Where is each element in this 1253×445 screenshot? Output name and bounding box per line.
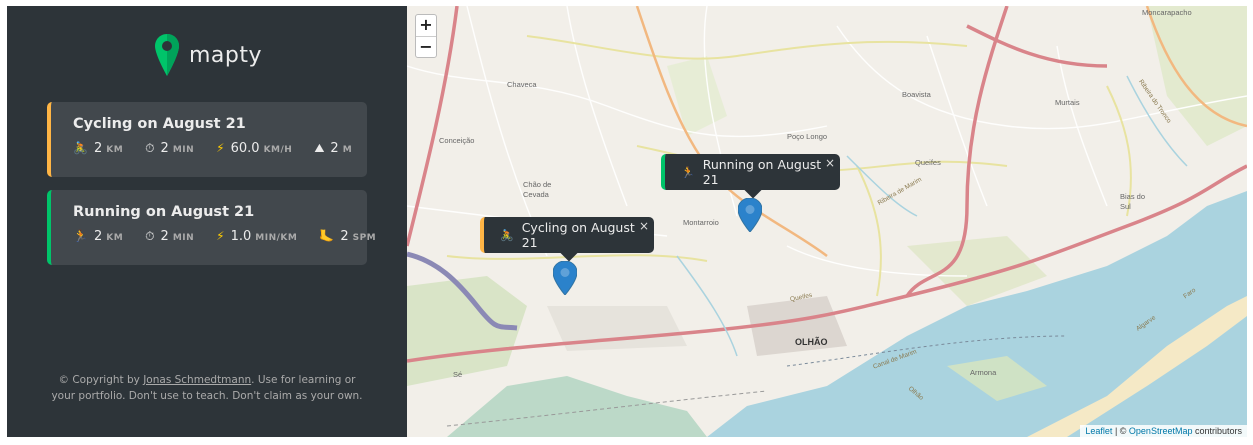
popup-running[interactable]: 🏃 Running on August 21 × — [661, 154, 840, 199]
popup-close-button[interactable]: × — [639, 219, 649, 233]
place-label-bias-do-sul: Bias do Sul — [1120, 192, 1146, 211]
distance-unit: km — [106, 233, 124, 243]
attribution-suffix: contributors — [1192, 426, 1242, 436]
elevation-value: 2 — [330, 141, 339, 156]
place-label-moncarapacho: Moncarapacho — [1142, 8, 1192, 17]
place-label-boavista: Boavista — [902, 90, 931, 99]
stopwatch-icon: ⏱ — [145, 141, 155, 155]
speed-value: 60.0 — [230, 141, 260, 156]
leaflet-link[interactable]: Leaflet — [1085, 426, 1112, 436]
popup-cycling[interactable]: 🚴 Cycling on August 21 × — [480, 217, 654, 262]
duration-unit: min — [172, 145, 195, 155]
cadence-detail: 🦶 2 spm — [319, 229, 376, 244]
duration-detail: ⏱ 2 min — [145, 141, 194, 156]
stopwatch-icon: ⏱ — [145, 229, 155, 243]
zoom-in-button[interactable]: + — [416, 15, 436, 36]
runner-icon: 🏃 — [681, 165, 695, 179]
place-label-murtais: Murtais — [1055, 98, 1080, 107]
distance-detail: 🏃 2 km — [73, 229, 123, 244]
elevation-detail: ⛰ 2 m — [314, 141, 352, 156]
distance-unit: km — [106, 145, 124, 155]
workout-title: Running on August 21 — [73, 204, 255, 220]
duration-detail: ⏱ 2 min — [145, 229, 194, 244]
author-link[interactable]: Jonas Schmedtmann — [143, 374, 251, 386]
workout-list: Cycling on August 21 🚴 2 km ⏱ 2 min ⚡ 6 — [47, 102, 376, 278]
workout-title: Cycling on August 21 — [73, 116, 246, 132]
distance-value: 2 — [93, 141, 103, 156]
speed-detail: ⚡ 60.0 km/h — [216, 141, 292, 156]
marker-running[interactable] — [738, 198, 762, 232]
map[interactable]: + − Moncarapacho Chaveca Boavista Murtai… — [407, 6, 1247, 437]
attribution-separator: | © — [1112, 426, 1129, 436]
copyright: © Copyright by Jonas Schmedtmann. Use fo… — [47, 372, 367, 404]
place-label-queifes: Queifes — [915, 158, 941, 167]
osm-link[interactable]: OpenStreetMap — [1129, 426, 1193, 436]
marker-cycling[interactable] — [553, 261, 577, 295]
place-label-chao-de-cevada: Chão de Cevada — [523, 180, 552, 199]
pace-value: 1.0 — [230, 229, 252, 244]
popup-cycling-text: Cycling on August 21 — [521, 220, 635, 250]
pace-detail: ⚡ 1.0 min/km — [216, 229, 297, 244]
duration-value: 2 — [160, 229, 169, 244]
duration-value: 2 — [160, 141, 169, 156]
elevation-unit: m — [342, 145, 353, 155]
popup-close-button[interactable]: × — [825, 156, 835, 170]
workout-item-cycling[interactable]: Cycling on August 21 🚴 2 km ⏱ 2 min ⚡ 6 — [47, 102, 367, 177]
place-label-conceicao: Conceição — [439, 136, 475, 145]
popup-running-text: Running on August 21 — [702, 157, 822, 187]
runner-icon: 🏃 — [73, 229, 88, 243]
cadence-value: 2 — [340, 229, 349, 244]
cyclist-icon: 🚴 — [73, 141, 88, 155]
place-label-poco-longo: Poço Longo — [787, 132, 828, 141]
workout-item-running[interactable]: Running on August 21 🏃 2 km ⏱ 2 min ⚡ 1 — [47, 190, 376, 265]
distance-detail: 🚴 2 km — [73, 141, 123, 156]
logo: mapty — [155, 34, 262, 76]
cadence-unit: spm — [352, 233, 377, 243]
sidebar: mapty Cycling on August 21 🚴 2 km ⏱ 2 mi… — [7, 6, 407, 437]
distance-value: 2 — [93, 229, 103, 244]
map-attribution: Leaflet | © OpenStreetMap contributors — [1080, 425, 1247, 437]
duration-unit: min — [172, 233, 195, 243]
cyclist-icon: 🚴 — [500, 228, 514, 242]
app-container: mapty Cycling on August 21 🚴 2 km ⏱ 2 mi… — [7, 6, 1247, 437]
place-label-montarroio: Montarroio — [683, 218, 719, 227]
zoom-control: + − — [415, 14, 437, 58]
place-label-olhao: OLHÃO — [795, 337, 828, 347]
pace-unit: min/km — [255, 233, 298, 243]
zoom-out-button[interactable]: − — [416, 36, 436, 57]
speed-unit: km/h — [263, 145, 293, 155]
lightning-icon: ⚡ — [216, 141, 225, 155]
footprint-icon: 🦶 — [319, 229, 335, 243]
place-label-se: Sé — [453, 370, 463, 379]
mountain-icon: ⛰ — [314, 141, 325, 155]
place-label-armona: Armona — [970, 368, 997, 377]
lightning-icon: ⚡ — [216, 229, 225, 243]
map-pin-logo-icon — [155, 34, 179, 76]
workout-details: 🚴 2 km ⏱ 2 min ⚡ 60.0 km/h — [73, 141, 367, 156]
place-label-chaveca: Chaveca — [507, 80, 537, 89]
brand-name: mapty — [189, 42, 263, 68]
copyright-prefix: © Copyright by — [58, 374, 144, 386]
workout-details: 🏃 2 km ⏱ 2 min ⚡ 1.0 min/km — [73, 229, 376, 244]
